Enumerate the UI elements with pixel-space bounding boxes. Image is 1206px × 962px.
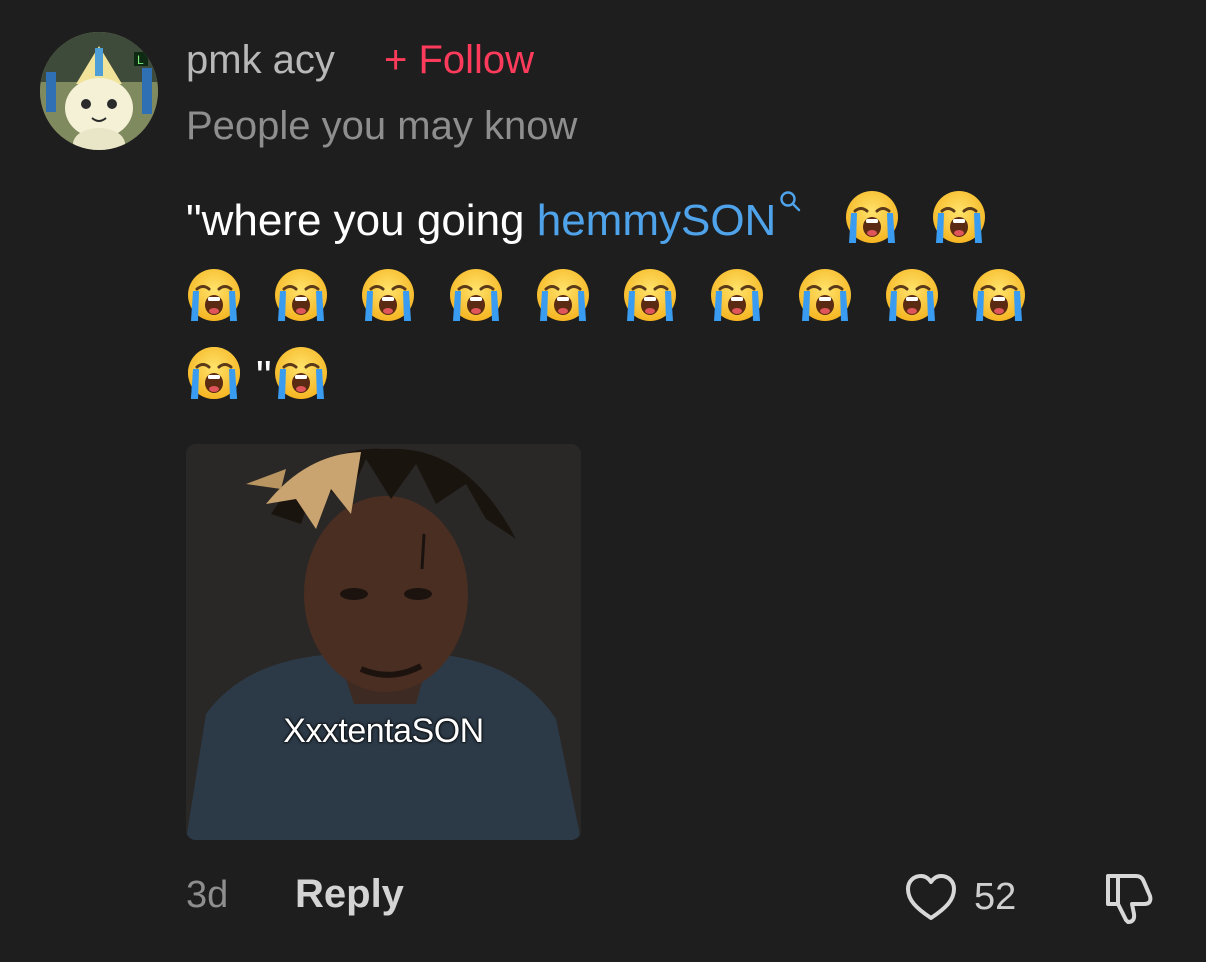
comment-text: "where you going hemmySON "	[186, 182, 1126, 416]
loudly-crying-face-emoji	[709, 267, 765, 323]
relationship-label: People you may know	[186, 104, 578, 148]
loudly-crying-face-emoji	[535, 267, 591, 323]
username[interactable]: pmk acy	[186, 38, 335, 83]
avatar[interactable]: L	[40, 32, 158, 150]
loudly-crying-face-emoji	[884, 267, 940, 323]
loudly-crying-face-emoji	[797, 267, 853, 323]
thumbs-down-icon[interactable]	[1098, 866, 1160, 928]
reply-button[interactable]: Reply	[295, 872, 404, 917]
loudly-crying-face-emoji	[931, 189, 987, 245]
avatar-image: L	[40, 32, 158, 150]
attached-image[interactable]: XxxtentaSON	[186, 444, 581, 840]
loudly-crying-face-emoji	[186, 345, 242, 401]
follow-button[interactable]: + Follow	[384, 38, 534, 83]
loudly-crying-face-emoji	[273, 267, 329, 323]
loudly-crying-face-emoji	[844, 189, 900, 245]
loudly-crying-face-emoji	[971, 267, 1027, 323]
mention-text: hemmySON	[536, 196, 777, 245]
loudly-crying-face-emoji	[186, 267, 242, 323]
svg-text:L: L	[137, 53, 144, 67]
comment-line-2	[186, 260, 1126, 401]
image-caption: XxxtentaSON	[283, 712, 484, 750]
heart-icon[interactable]	[902, 868, 960, 926]
comment-text-prefix: "where you going	[186, 196, 537, 245]
search-icon	[780, 191, 801, 212]
timestamp: 3d	[186, 874, 229, 916]
loudly-crying-face-emoji	[360, 267, 416, 323]
portrait-photo	[186, 444, 581, 840]
loudly-crying-face-emoji	[273, 345, 329, 401]
comment-text-suffix: "	[256, 352, 272, 401]
like-count: 52	[974, 876, 1017, 918]
mention-link[interactable]: hemmySON	[536, 191, 802, 245]
loudly-crying-face-emoji	[622, 267, 678, 323]
comment-line-1: "where you going hemmySON	[186, 182, 1126, 260]
loudly-crying-face-emoji	[448, 267, 504, 323]
